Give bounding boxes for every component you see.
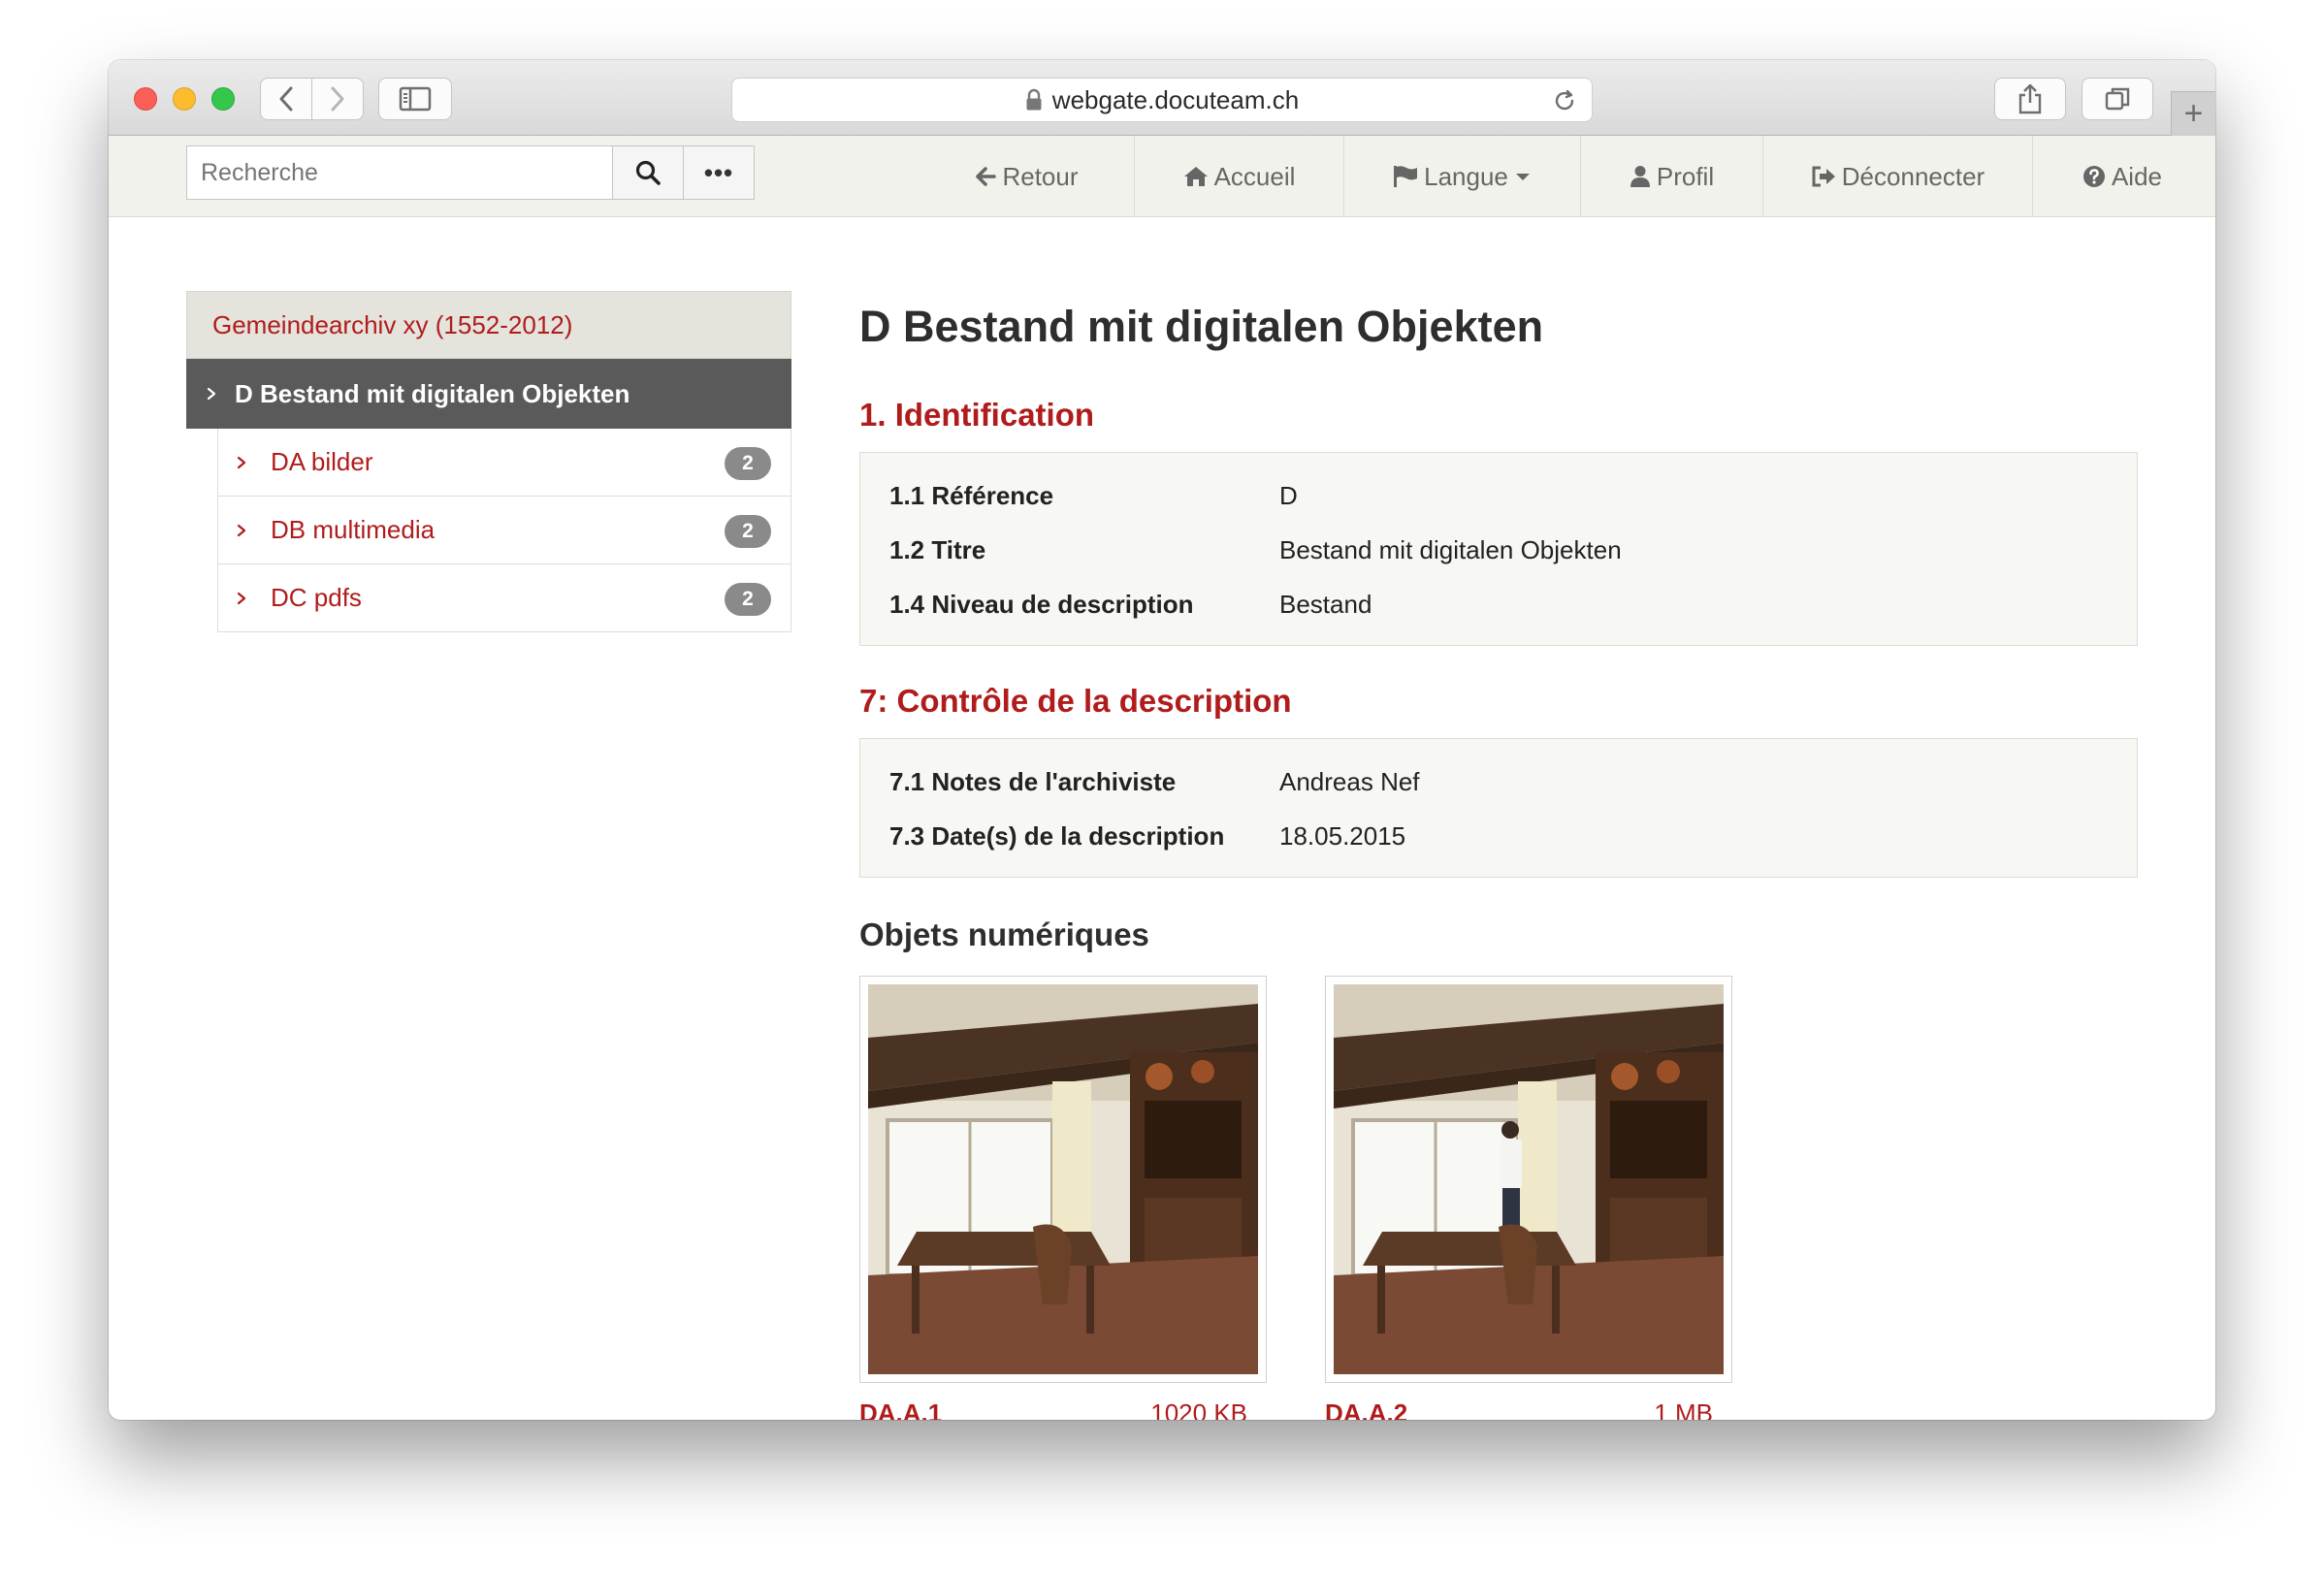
minimize-window-button[interactable] bbox=[173, 87, 196, 111]
browser-window: webgate.docuteam.ch + ••• Retour Accueil bbox=[109, 60, 2215, 1420]
page-title: D Bestand mit digitalen Objekten bbox=[859, 302, 1544, 351]
object-thumbnail[interactable] bbox=[1325, 976, 1732, 1383]
object-size: 1020 KB bbox=[1150, 1398, 1247, 1420]
flag-icon bbox=[1394, 166, 1418, 187]
nav-links: Retour Accueil Langue Profil Déconnecter bbox=[920, 136, 2211, 217]
tree-item-label: DC pdfs bbox=[271, 583, 362, 612]
interior-photo bbox=[1334, 984, 1724, 1374]
nav-logout-link[interactable]: Déconnecter bbox=[1763, 136, 2033, 217]
info-value: Andreas Nef bbox=[1279, 766, 1420, 796]
identification-heading: 1. Identification bbox=[859, 397, 1095, 433]
archive-tree: Gemeindearchiv xy (1552-2012) D Bestand … bbox=[186, 291, 791, 632]
nav-logout-label: Déconnecter bbox=[1841, 161, 1985, 191]
object-caption: DA.A.1 1020 KB bbox=[859, 1398, 1267, 1420]
count-badge: 2 bbox=[725, 447, 771, 480]
chevron-right-icon bbox=[331, 86, 344, 112]
chevron-right-icon bbox=[237, 456, 246, 468]
nav-help-link[interactable]: Aide bbox=[2033, 136, 2211, 217]
nav-profile-label: Profil bbox=[1656, 161, 1715, 191]
nav-back-label: Retour bbox=[1002, 161, 1079, 191]
digital-objects-list: DA.A.1 1020 KB DA.A.2 1 MB bbox=[859, 976, 2138, 1420]
tree-item-da-bilder[interactable]: DA bilder 2 bbox=[217, 429, 791, 497]
tree-item-label: DA bilder bbox=[271, 447, 373, 476]
browser-back-button[interactable] bbox=[260, 78, 312, 120]
object-caption: DA.A.2 1 MB bbox=[1325, 1398, 1732, 1420]
address-bar[interactable]: webgate.docuteam.ch bbox=[731, 78, 1593, 122]
plus-icon: + bbox=[2183, 95, 2204, 132]
nav-profile-link[interactable]: Profil bbox=[1581, 136, 1763, 217]
control-box: 7.1 Notes de l'archiviste Andreas Nef 7.… bbox=[859, 738, 2138, 878]
sign-out-icon bbox=[1812, 166, 1835, 187]
nav-language-dropdown[interactable]: Langue bbox=[1344, 136, 1581, 217]
object-size: 1 MB bbox=[1654, 1398, 1713, 1420]
object-id-link[interactable]: DA.A.2 bbox=[1325, 1398, 1407, 1420]
zoom-window-button[interactable] bbox=[211, 87, 235, 111]
info-row: 7.1 Notes de l'archiviste Andreas Nef bbox=[889, 755, 2108, 809]
interior-photo bbox=[868, 984, 1258, 1374]
info-label: 1.4 Niveau de description bbox=[889, 589, 1194, 619]
chevron-right-icon bbox=[237, 524, 246, 536]
nav-back-link[interactable]: Retour bbox=[920, 136, 1135, 217]
tree-root-label: Gemeindearchiv xy (1552-2012) bbox=[212, 309, 573, 339]
chevron-right-icon bbox=[237, 592, 246, 604]
digital-object: DA.A.1 1020 KB bbox=[859, 976, 1267, 1420]
info-value: Bestand mit digitalen Objekten bbox=[1279, 534, 1622, 564]
sidebar-toggle-button[interactable] bbox=[378, 78, 452, 120]
arrow-left-icon bbox=[976, 167, 997, 186]
object-thumbnail[interactable] bbox=[859, 976, 1267, 1383]
info-value: 18.05.2015 bbox=[1279, 820, 1406, 851]
nav-help-label: Aide bbox=[2111, 161, 2163, 191]
share-button[interactable] bbox=[1994, 78, 2066, 120]
nav-language-label: Langue bbox=[1424, 161, 1508, 191]
tree-item-label: DB multimedia bbox=[271, 515, 436, 544]
share-icon bbox=[2018, 83, 2042, 114]
close-window-button[interactable] bbox=[134, 87, 157, 111]
tree-item-db-multimedia[interactable]: DB multimedia 2 bbox=[217, 497, 791, 564]
chevron-left-icon bbox=[279, 86, 293, 112]
control-heading: 7: Contrôle de la description bbox=[859, 683, 1292, 719]
search-icon bbox=[635, 160, 661, 185]
user-icon bbox=[1630, 166, 1650, 187]
search-input[interactable] bbox=[186, 145, 613, 200]
info-row: 1.2 Titre Bestand mit digitalen Objekten bbox=[889, 523, 2108, 577]
new-tab-button[interactable]: + bbox=[2171, 91, 2215, 136]
tabs-icon bbox=[2105, 87, 2130, 111]
tree-active-item[interactable]: D Bestand mit digitalen Objekten bbox=[186, 359, 791, 429]
info-label: 1.1 Référence bbox=[889, 480, 1054, 510]
tree-root-item[interactable]: Gemeindearchiv xy (1552-2012) bbox=[186, 291, 791, 359]
info-row: 1.4 Niveau de description Bestand bbox=[889, 577, 2108, 631]
lock-icon bbox=[1026, 88, 1042, 111]
digital-objects-heading: Objets numériques bbox=[859, 916, 1149, 952]
home-icon bbox=[1183, 167, 1208, 186]
address-url: webgate.docuteam.ch bbox=[1051, 84, 1300, 114]
help-icon bbox=[2082, 166, 2105, 187]
chevron-right-icon bbox=[207, 387, 216, 401]
tree-active-label: D Bestand mit digitalen Objekten bbox=[235, 378, 630, 408]
tree-item-dc-pdfs[interactable]: DC pdfs 2 bbox=[217, 564, 791, 632]
reload-icon[interactable] bbox=[1551, 87, 1578, 114]
browser-titlebar: webgate.docuteam.ch + bbox=[109, 60, 2215, 136]
identification-box: 1.1 Référence D 1.2 Titre Bestand mit di… bbox=[859, 452, 2138, 646]
count-badge: 2 bbox=[725, 583, 771, 616]
info-label: 7.3 Date(s) de la description bbox=[889, 820, 1225, 851]
sidebar-icon bbox=[399, 86, 432, 112]
browser-forward-button[interactable] bbox=[311, 78, 364, 120]
app-navbar: ••• Retour Accueil Langue Profil Déco bbox=[109, 136, 2215, 217]
more-options-button[interactable]: ••• bbox=[683, 145, 755, 200]
object-id-link[interactable]: DA.A.1 bbox=[859, 1398, 942, 1420]
info-row: 1.1 Référence D bbox=[889, 468, 2108, 523]
info-row: 7.3 Date(s) de la description 18.05.2015 bbox=[889, 809, 2108, 863]
digital-object: DA.A.2 1 MB bbox=[1325, 976, 1732, 1420]
info-value: D bbox=[1279, 480, 1298, 510]
main-content: D Bestand mit digitalen Objekten 1. Iden… bbox=[859, 291, 2138, 1420]
info-label: 7.1 Notes de l'archiviste bbox=[889, 766, 1177, 796]
count-badge: 2 bbox=[725, 515, 771, 548]
info-label: 1.2 Titre bbox=[889, 534, 986, 564]
caret-down-icon bbox=[1515, 174, 1530, 180]
tab-overview-button[interactable] bbox=[2082, 78, 2153, 120]
search-button[interactable] bbox=[612, 145, 684, 200]
info-value: Bestand bbox=[1279, 589, 1372, 619]
nav-home-label: Accueil bbox=[1213, 161, 1296, 191]
nav-home-link[interactable]: Accueil bbox=[1135, 136, 1344, 217]
